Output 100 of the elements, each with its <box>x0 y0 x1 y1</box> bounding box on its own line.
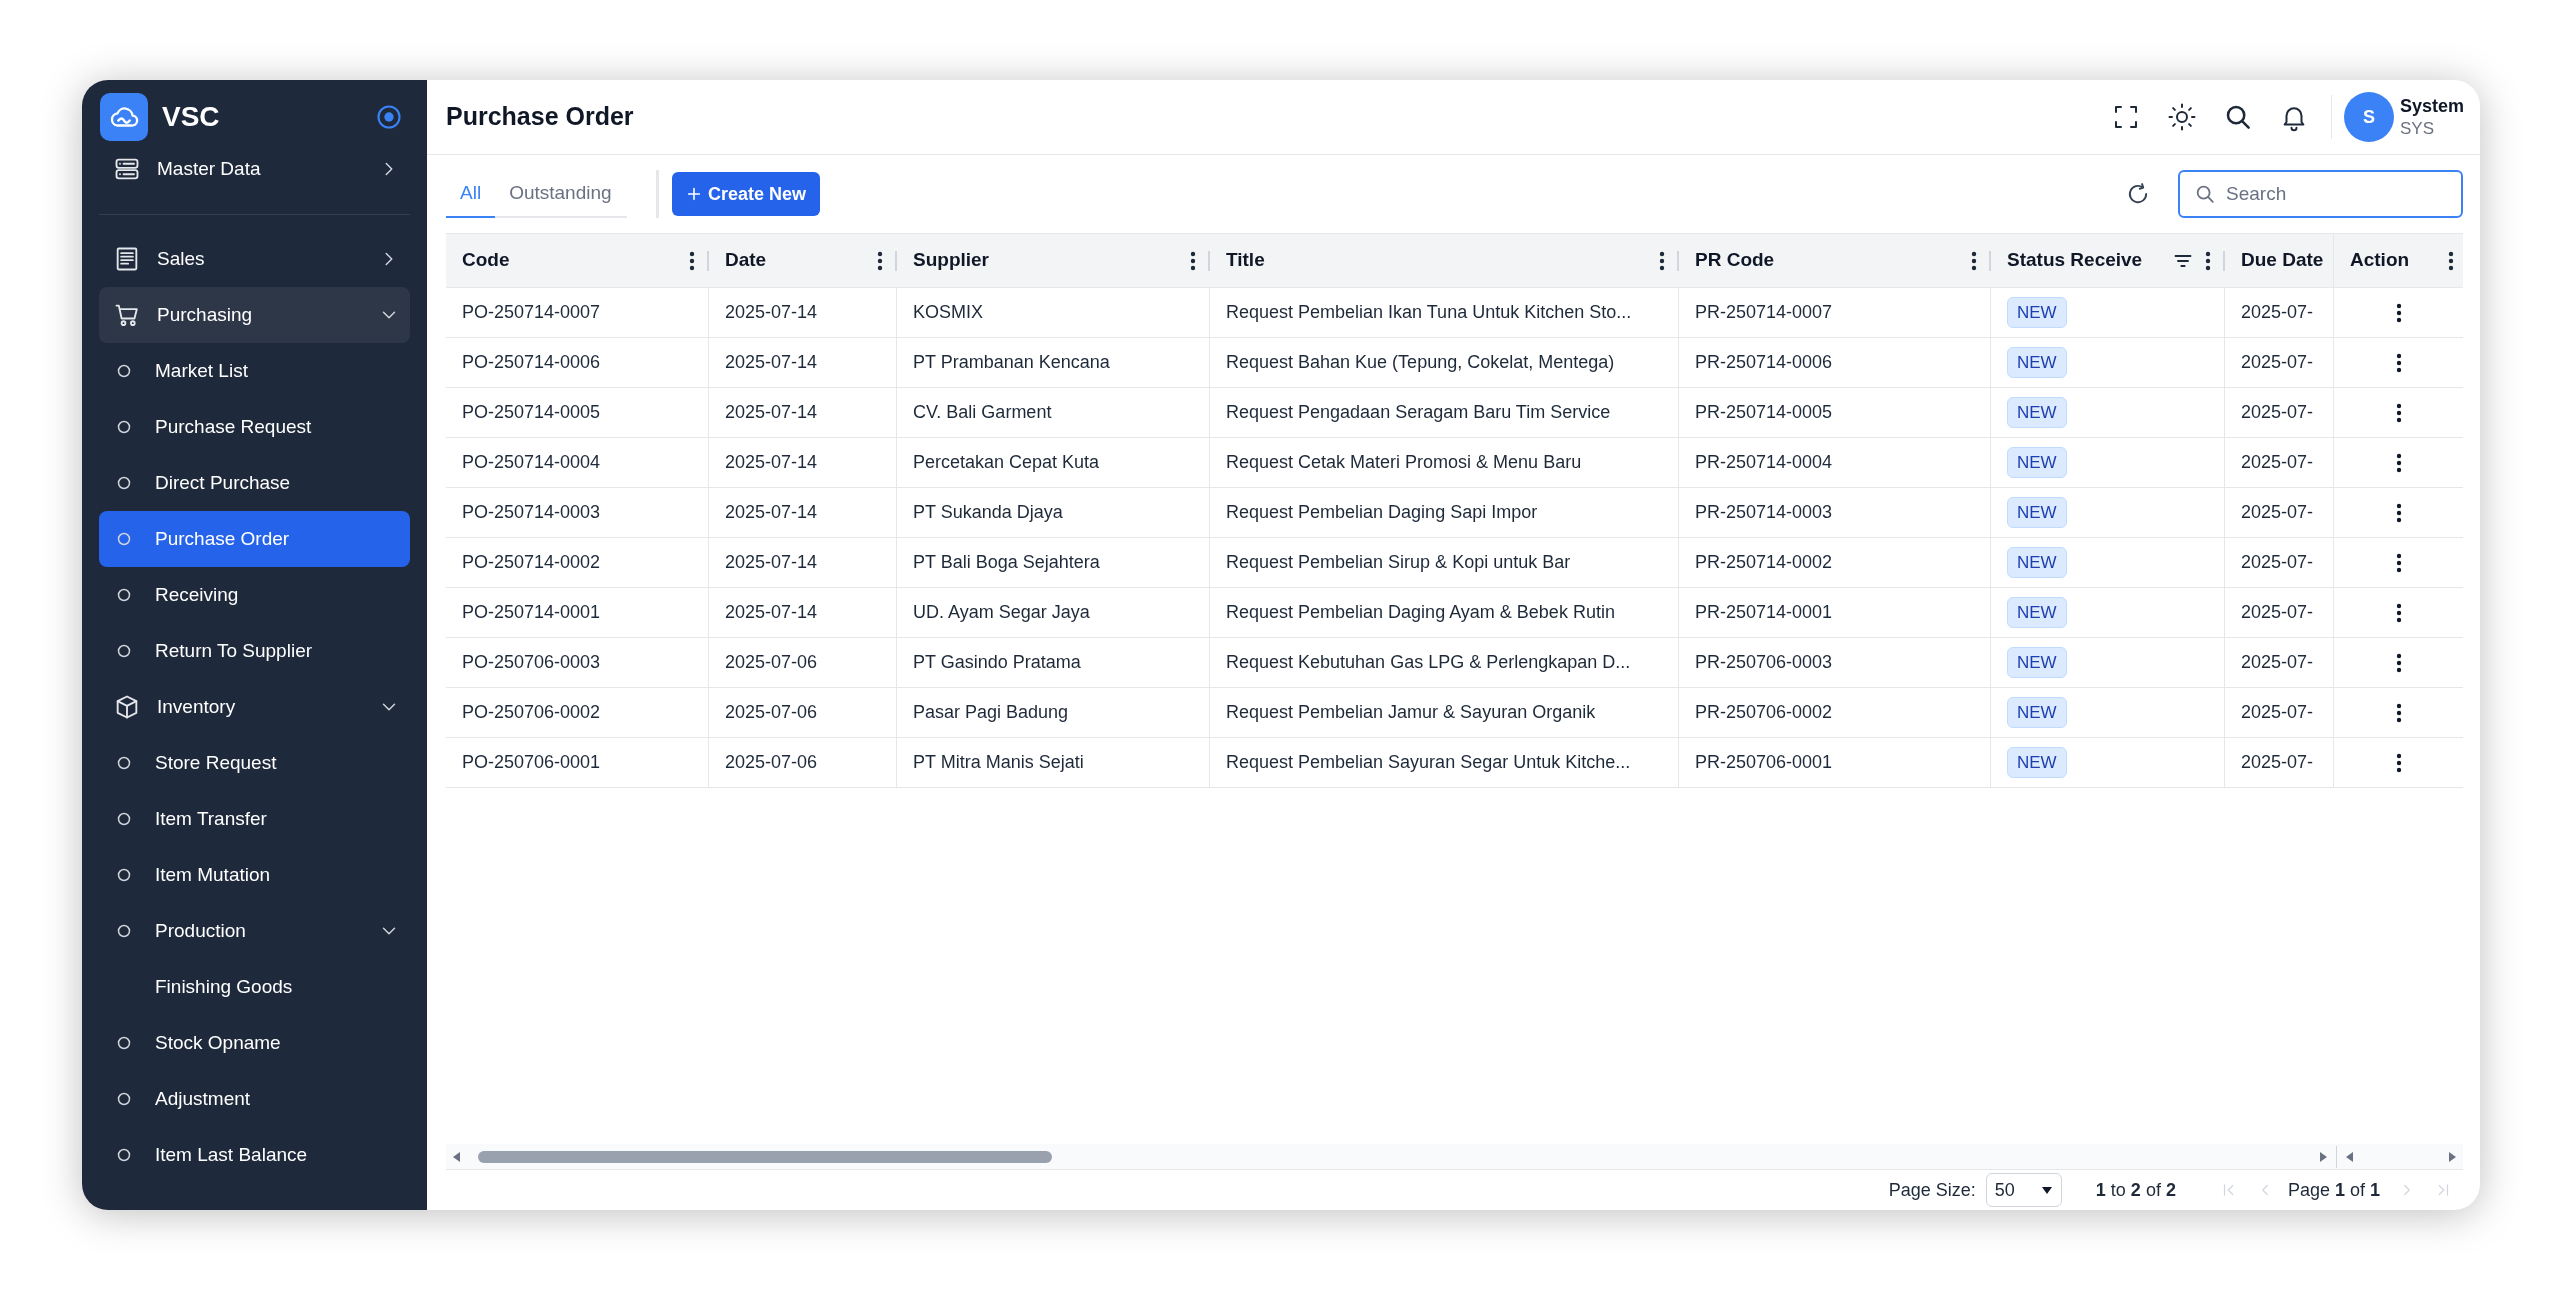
sidebar-item[interactable]: Receiving <box>99 567 410 623</box>
table-cell-text: PR-250706-0003 <box>1695 651 1833 674</box>
table-cell-text: PO-250714-0006 <box>462 351 601 374</box>
circle-icon <box>117 588 131 602</box>
table-cell-text: 2025-07-14 <box>725 401 818 424</box>
column-header[interactable]: Title <box>1226 246 1265 275</box>
status-badge: NEW <box>2007 746 2067 779</box>
table-cell-text: PO-250714-0005 <box>462 401 601 424</box>
plus-icon <box>686 186 702 202</box>
kebab-menu-icon[interactable] <box>2396 402 2402 423</box>
kebab-menu-icon[interactable] <box>1971 250 1977 271</box>
table-cell-text: Request Kebutuhan Gas LPG & Perlengkapan D... <box>1226 651 1631 674</box>
table-cell-text: PO-250706-0001 <box>462 751 601 774</box>
circle-icon <box>117 924 131 938</box>
column-header[interactable]: Status Receive <box>2007 246 2143 275</box>
column-header[interactable]: Date <box>725 246 767 275</box>
column-header[interactable]: Action <box>2350 246 2410 275</box>
tab[interactable]: Outstanding <box>495 170 626 218</box>
kebab-menu-icon[interactable] <box>2396 652 2402 673</box>
page-indicator: Page 1 of 1 <box>2287 1178 2380 1202</box>
sidebar-item[interactable]: Master Data <box>99 141 410 197</box>
kebab-menu-icon[interactable] <box>2396 552 2402 573</box>
table-cell-text: PT Prambanan Kencana <box>913 351 1110 374</box>
table-cell-text: PR-250714-0004 <box>1695 451 1833 474</box>
table-cell-text: PT Sukanda Djaya <box>913 501 1063 524</box>
sidebar-item[interactable]: Adjustment <box>99 1071 410 1127</box>
table-cell-text: 2025-07- <box>2241 451 2314 474</box>
kebab-menu-icon[interactable] <box>2396 302 2402 323</box>
table-cell-text: 2025-07- <box>2241 651 2314 674</box>
table-cell-text: PT Gasindo Pratama <box>913 651 1081 674</box>
search-field[interactable]: Search <box>2178 170 2463 218</box>
circle-icon <box>117 476 131 490</box>
kebab-menu-icon[interactable] <box>1659 250 1665 271</box>
kebab-menu-icon[interactable] <box>689 250 695 271</box>
circle-icon <box>117 1092 131 1106</box>
table-cell-text: 2025-07- <box>2241 701 2314 724</box>
search-icon <box>2194 183 2216 205</box>
kebab-menu-icon[interactable] <box>2396 502 2402 523</box>
kebab-menu-icon[interactable] <box>2205 250 2211 271</box>
table-cell-text: PO-250706-0003 <box>462 651 601 674</box>
sidebar-item[interactable]: Purchasing <box>99 287 410 343</box>
status-badge: NEW <box>2007 296 2067 329</box>
user-avatar[interactable]: S <box>2343 92 2394 142</box>
toggle-icon[interactable] <box>375 103 403 131</box>
table-cell-text: 2025-07-06 <box>725 701 818 724</box>
search-input[interactable]: Search <box>2226 179 2447 209</box>
column-header[interactable]: Supplier <box>913 246 989 275</box>
sidebar-item[interactable]: Sales <box>99 231 410 287</box>
table-cell-text: 2025-07- <box>2241 301 2314 324</box>
kebab-menu-icon[interactable] <box>2396 602 2402 623</box>
circle-icon <box>117 364 131 378</box>
status-badge: NEW <box>2007 496 2067 529</box>
sidebar-item[interactable]: Store Request <box>99 735 410 791</box>
user-name: System <box>2399 95 2464 118</box>
page-size-select[interactable]: 50 <box>1985 1173 2062 1207</box>
circle-icon <box>117 532 131 546</box>
kebab-menu-icon[interactable] <box>2396 352 2402 373</box>
table-cell-text: Request Pembelian Daging Sapi Impor <box>1226 501 1538 524</box>
sidebar-item[interactable]: Finishing Goods <box>99 959 410 1015</box>
table-cell-text: 2025-07-14 <box>725 601 818 624</box>
table-cell-text: PO-250706-0002 <box>462 701 601 724</box>
sidebar-item[interactable]: Inventory <box>99 679 410 735</box>
tab[interactable]: All <box>446 170 496 218</box>
sidebar-item[interactable]: Item Last Balance <box>99 1127 410 1183</box>
sidebar-item[interactable]: Return To Supplier <box>99 623 410 679</box>
create-new-button[interactable]: Create New <box>672 172 821 216</box>
table-cell-text: Request Pembelian Sirup & Kopi untuk Bar <box>1226 551 1571 574</box>
table-cell-text: PR-250714-0002 <box>1695 551 1833 574</box>
sidebar-item[interactable]: Production <box>99 903 410 959</box>
table-cell-text: 2025-07- <box>2241 601 2314 624</box>
sidebar-item[interactable]: Item Mutation <box>99 847 410 903</box>
table-cell-text: PR-250714-0001 <box>1695 601 1833 624</box>
table-cell-text: 2025-07-14 <box>725 301 818 324</box>
table-cell-text: 2025-07-14 <box>725 551 818 574</box>
scrollbar-thumb[interactable] <box>478 1150 1052 1163</box>
column-header[interactable]: Code <box>462 246 510 275</box>
kebab-menu-icon[interactable] <box>2396 752 2402 773</box>
kebab-menu-icon[interactable] <box>2448 250 2454 271</box>
caret-down-icon <box>2040 1184 2053 1196</box>
kebab-menu-icon[interactable] <box>2396 702 2402 723</box>
sun-icon[interactable] <box>2166 102 2197 132</box>
sidebar-item[interactable]: Stock Opname <box>99 1015 410 1071</box>
table-cell-text: PR-250714-0003 <box>1695 501 1833 524</box>
circle-icon <box>117 1036 131 1050</box>
status-badge: NEW <box>2007 396 2067 429</box>
column-header[interactable]: PR Code <box>1695 246 1775 275</box>
kebab-menu-icon[interactable] <box>877 250 883 271</box>
sidebar-item[interactable]: Market List <box>99 343 410 399</box>
sidebar-item[interactable]: Item Transfer <box>99 791 410 847</box>
status-badge: NEW <box>2007 696 2067 729</box>
sidebar-item[interactable]: Direct Purchase <box>99 455 410 511</box>
kebab-menu-icon[interactable] <box>1190 250 1196 271</box>
sidebar-item[interactable]: Purchase Request <box>99 399 410 455</box>
column-header[interactable]: Due Date <box>2241 246 2324 275</box>
sidebar-item[interactable]: Purchase Order <box>99 511 410 567</box>
kebab-menu-icon[interactable] <box>2396 452 2402 473</box>
status-badge: NEW <box>2007 446 2067 479</box>
table-cell-text: 2025-07-06 <box>725 751 818 774</box>
table-cell-text: PR-250714-0006 <box>1695 351 1833 374</box>
table-cell-text: Request Pembelian Ikan Tuna Untuk Kitchen Sto... <box>1226 301 1632 324</box>
